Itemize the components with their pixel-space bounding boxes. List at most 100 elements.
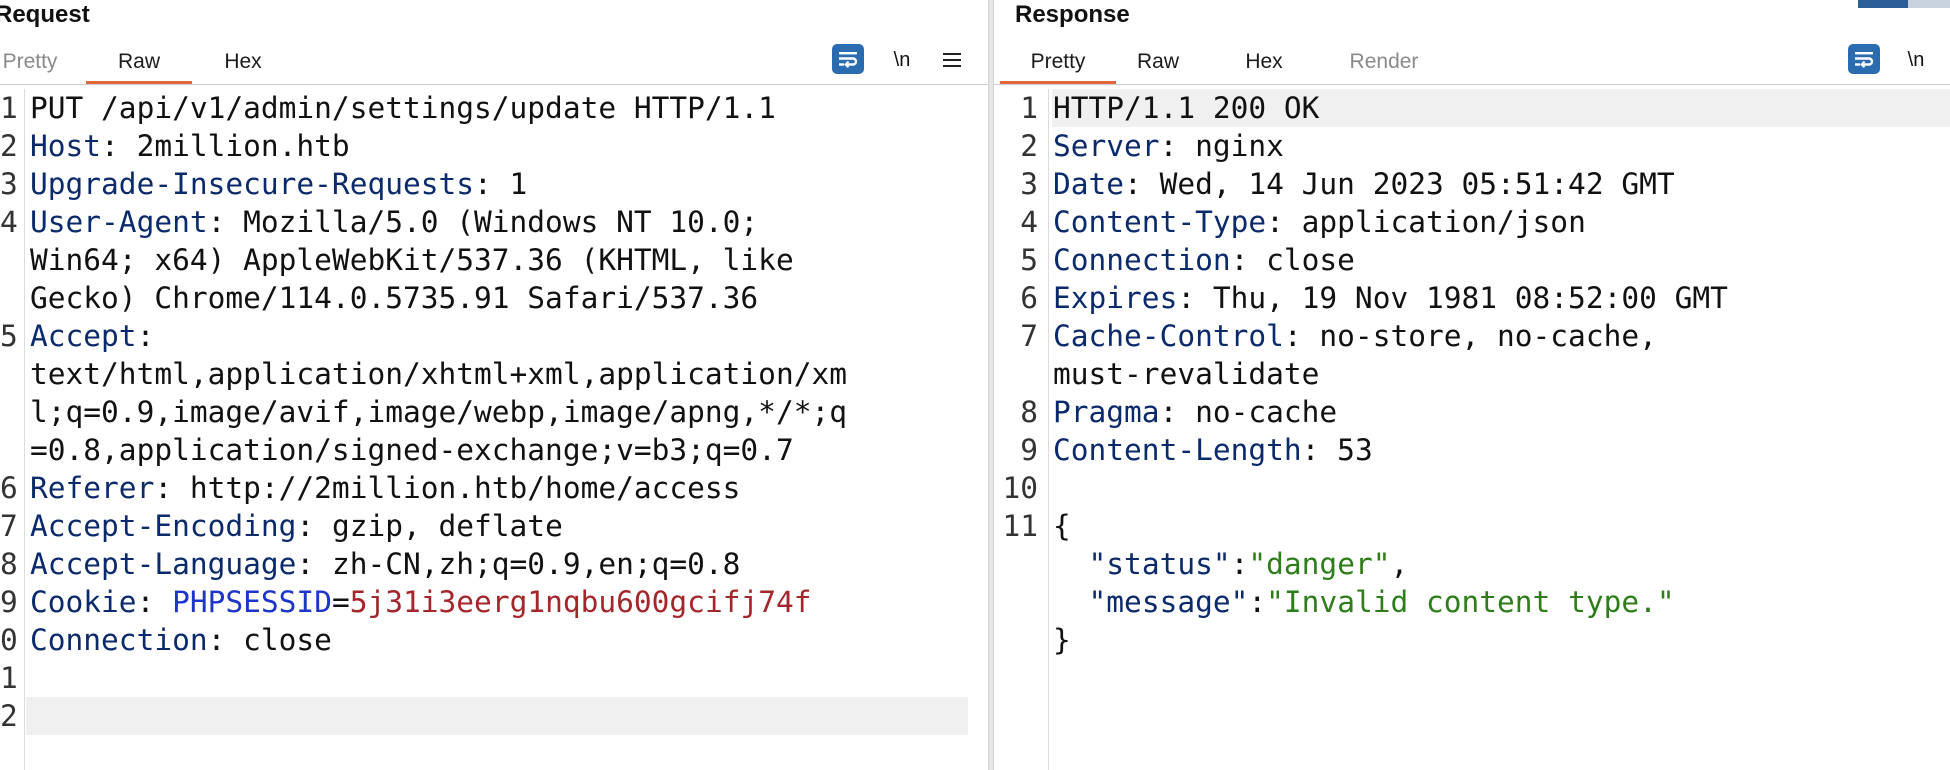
line-text: PUT /api/v1/admin/settings/update HTTP/1…: [30, 89, 776, 127]
line-number: 7: [1020, 319, 1038, 353]
token: }: [1053, 623, 1071, 657]
line-number: 5: [0, 319, 18, 353]
response-code-line: 10: [994, 469, 1950, 507]
line-text: Content-Type: application/json: [1053, 203, 1586, 241]
request-code-line: text/html,application/xhtml+xml,applicat…: [0, 355, 988, 393]
response-code-line: 7 Cache-Control: no-store, no-cache,: [994, 317, 1950, 355]
line-number: 8: [0, 547, 18, 581]
word-wrap-glyph: [839, 52, 858, 68]
response-code-line: 6 Expires: Thu, 19 Nov 1981 08:52:00 GMT: [994, 279, 1950, 317]
request-pane: Request Pretty Raw Hex \n 1 PUT /api/v1/a…: [0, 0, 988, 770]
request-title: Request: [0, 1, 90, 28]
line-text: Win64; x64) AppleWebKit/537.36 (KHTML, l…: [30, 241, 794, 279]
response-code-line: 1 HTTP/1.1 200 OK: [994, 89, 1950, 127]
line-number: 3: [0, 167, 18, 201]
request-tab-raw[interactable]: Raw: [86, 44, 192, 84]
line-number: 2: [0, 699, 18, 733]
response-tab-hex[interactable]: Hex: [1232, 44, 1296, 84]
request-tab-hex[interactable]: Hex: [208, 44, 278, 84]
header-name: Host: [30, 129, 102, 163]
token: : Mozilla/5.0 (Windows NT 10.0;: [207, 205, 759, 239]
line-text: must-revalidate: [1053, 355, 1319, 393]
line-text: "message":"Invalid content type.": [1053, 583, 1675, 621]
line-text: Referer: http://2million.htb/home/access: [30, 469, 740, 507]
line-number: 8: [1020, 395, 1038, 429]
line-number: 4: [0, 205, 18, 239]
request-code-line: 3 Upgrade-Insecure-Requests: 1: [0, 165, 988, 203]
token: : 1: [474, 167, 528, 201]
line-text: text/html,application/xhtml+xml,applicat…: [30, 355, 847, 393]
line-text: Server: nginx: [1053, 127, 1284, 165]
token: ,: [1390, 547, 1409, 581]
line-number: 11: [1002, 509, 1038, 543]
line-text: Cache-Control: no-store, no-cache,: [1053, 317, 1657, 355]
token: : gzip, deflate: [296, 509, 563, 543]
header-name: Server: [1053, 129, 1160, 163]
line-number: 1: [0, 661, 18, 695]
header-name: Cookie: [30, 585, 137, 619]
line-number: 1: [0, 91, 18, 125]
token: "status": [1088, 547, 1231, 581]
line-text: Cookie: PHPSESSID=5j31i3eerg1nqbu600gcif…: [30, 583, 812, 621]
request-editor[interactable]: 1 PUT /api/v1/admin/settings/update HTTP/…: [0, 89, 988, 770]
line-number: 9: [1020, 433, 1038, 467]
line-text: l;q=0.9,image/avif,image/webp,image/apng…: [30, 393, 847, 431]
response-tab-render[interactable]: Render: [1340, 44, 1428, 84]
line-number: 9: [0, 585, 18, 619]
token: : Thu, 19 Nov 1981 08:52:00 GMT: [1177, 281, 1728, 315]
word-wrap-icon[interactable]: [1848, 44, 1880, 74]
line-text: Expires: Thu, 19 Nov 1981 08:52:00 GMT: [1053, 279, 1728, 317]
line-number: 0: [0, 623, 18, 657]
request-code-line: 1: [0, 659, 988, 697]
cookie-value: 5j31i3eerg1nqbu600gcifj74f: [349, 585, 812, 619]
line-number: 6: [1020, 281, 1038, 315]
token: PUT /api/v1/admin/settings/update HTTP/1…: [30, 91, 776, 125]
request-code-line: Win64; x64) AppleWebKit/537.36 (KHTML, l…: [0, 241, 988, 279]
request-code-line: 4 User-Agent: Mozilla/5.0 (Windows NT 10.…: [0, 203, 988, 241]
line-text: =0.8,application/signed-exchange;v=b3;q=…: [30, 431, 794, 469]
line-text: }: [1053, 621, 1071, 659]
hamburger-menu-icon[interactable]: [936, 44, 968, 76]
request-tab-pretty[interactable]: Pretty: [0, 44, 66, 84]
line-text: Content-Length: 53: [1053, 431, 1373, 469]
line-text: Connection: close: [1053, 241, 1355, 279]
response-tab-raw[interactable]: Raw: [1126, 44, 1190, 84]
word-wrap-icon[interactable]: [832, 44, 864, 74]
token: : zh-CN,zh;q=0.9,en;q=0.8: [296, 547, 741, 581]
token: : 2million.htb: [101, 129, 350, 163]
current-line-highlight: [26, 697, 968, 735]
token: {: [1053, 509, 1071, 543]
request-code-line: 2 Host: 2million.htb: [0, 127, 988, 165]
header-name: Referer: [30, 471, 155, 505]
header-name: Date: [1053, 167, 1125, 201]
request-code-line: 5 Accept:: [0, 317, 988, 355]
line-text: Host: 2million.htb: [30, 127, 350, 165]
header-name: Accept-Language: [30, 547, 297, 581]
header-name: Connection: [1053, 243, 1231, 277]
header-name: Content-Type: [1053, 205, 1267, 239]
token: "message": [1088, 585, 1249, 619]
request-code-line: =0.8,application/signed-exchange;v=b3;q=…: [0, 431, 988, 469]
response-code-line: 11 {: [994, 507, 1950, 545]
word-wrap-glyph: [1855, 52, 1874, 68]
line-number: 10: [1002, 471, 1038, 505]
layout-toggle[interactable]: [1858, 0, 1950, 8]
response-code-line: 9 Content-Length: 53: [994, 431, 1950, 469]
line-text: Gecko) Chrome/114.0.5735.91 Safari/537.3…: [30, 279, 758, 317]
response-tab-pretty[interactable]: Pretty: [1000, 44, 1116, 84]
token: text/html,application/xhtml+xml,applicat…: [30, 357, 847, 391]
response-code-line: }: [994, 621, 1950, 659]
token: =: [331, 585, 350, 619]
response-pane: Response Pretty Raw Hex Render \n 1 HTTP/…: [994, 0, 1950, 770]
newline-toggle[interactable]: \n: [1898, 44, 1934, 76]
response-editor[interactable]: 1 HTTP/1.1 200 OK 2 Server: nginx 3 Date: Wed…: [994, 89, 1950, 770]
request-code-line: 1 PUT /api/v1/admin/settings/update HTTP/…: [0, 89, 988, 127]
newline-toggle[interactable]: \n: [884, 44, 920, 76]
line-number: 1: [1020, 91, 1038, 125]
line-text: Upgrade-Insecure-Requests: 1: [30, 165, 527, 203]
header-name: Connection: [30, 623, 208, 657]
line-text: {: [1053, 507, 1071, 545]
token: PHPSESSID: [172, 585, 332, 619]
header-name: User-Agent: [30, 205, 208, 239]
line-number: 4: [1020, 205, 1038, 239]
